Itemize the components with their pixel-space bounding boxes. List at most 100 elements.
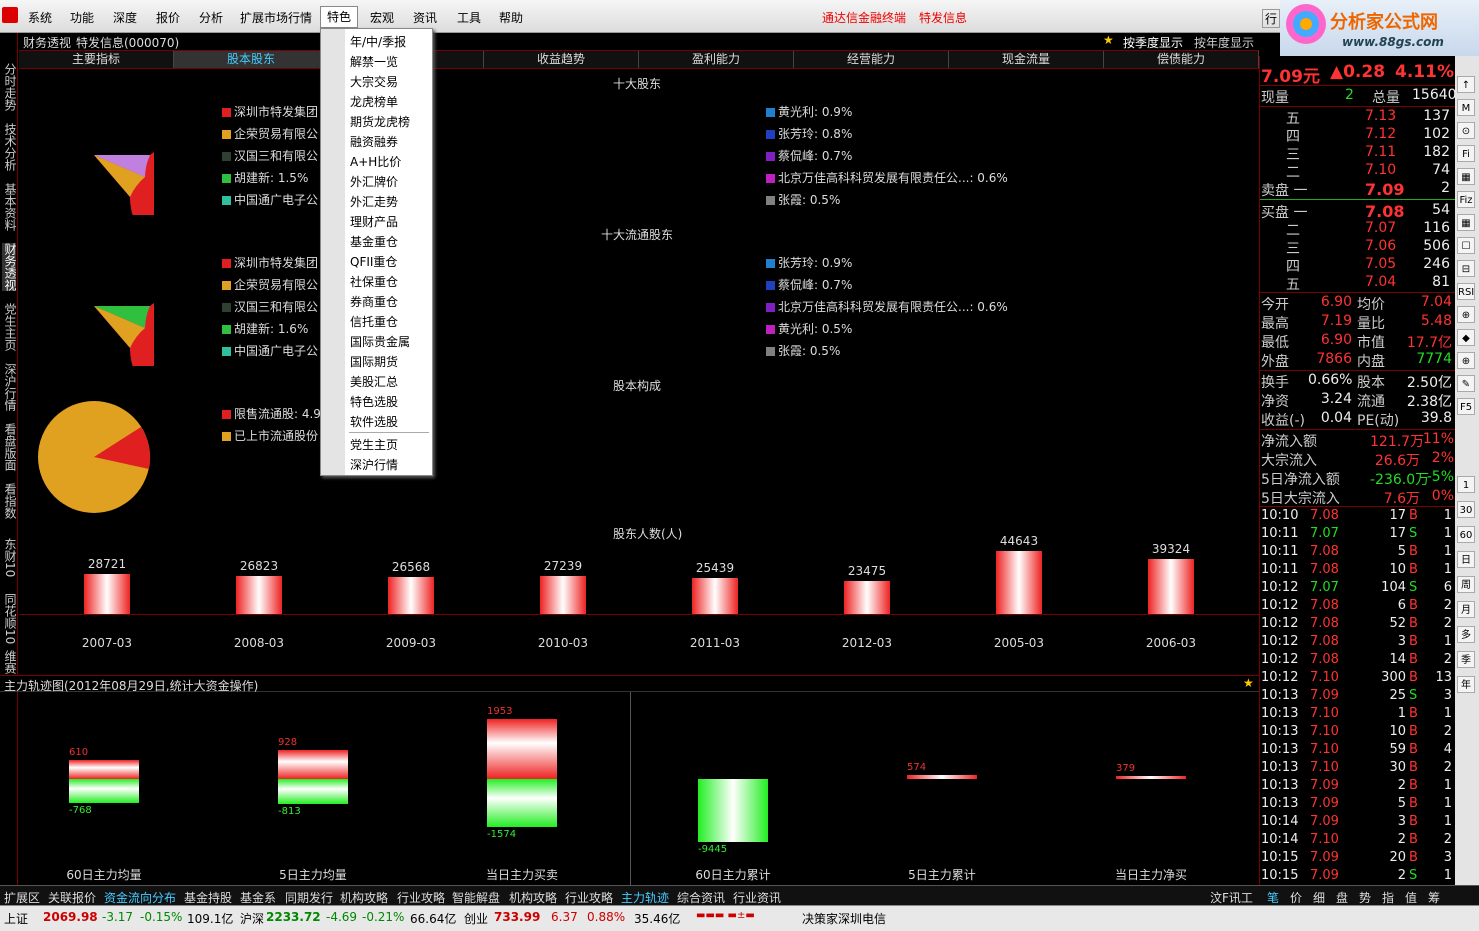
dropdown-item[interactable]: 基金重仓 (350, 233, 398, 250)
bottom-right-tab[interactable]: 筹 (1428, 889, 1440, 906)
bottom-tab[interactable]: 综合资讯 (677, 889, 725, 906)
right-tool-icon[interactable]: F5 (1457, 398, 1475, 415)
left-tab-market[interactable]: 深沪行情 (2, 363, 17, 411)
tab-operations[interactable]: 经营能力 (794, 51, 949, 68)
dropdown-item[interactable]: 理财产品 (350, 213, 398, 230)
right-tool-icon[interactable]: ⊟ (1457, 260, 1475, 277)
right-tool-icon[interactable]: 年 (1457, 676, 1475, 693)
bottom-tab[interactable]: 行业资讯 (733, 889, 781, 906)
terminal-link[interactable]: 通达信金融终端 (822, 9, 906, 26)
window-button[interactable]: 行 (1262, 9, 1281, 28)
right-tool-icon[interactable]: 季 (1457, 651, 1475, 668)
left-tab-intraday[interactable]: 分时走势 (2, 63, 17, 111)
menu-help[interactable]: 帮助 (499, 9, 523, 26)
bottom-tab[interactable]: 机构攻略 (509, 889, 557, 906)
stock-link[interactable]: 特发信息 (919, 9, 967, 26)
bottom-tab[interactable]: 机构攻略 (340, 889, 388, 906)
right-tool-icon[interactable]: 1 (1457, 476, 1475, 493)
bottom-right-tab[interactable]: 细 (1313, 889, 1325, 906)
dropdown-item[interactable]: 外汇走势 (350, 193, 398, 210)
right-tool-icon[interactable]: 60 (1457, 526, 1475, 543)
dropdown-item[interactable]: 券商重仓 (350, 293, 398, 310)
menu-feature[interactable]: 特色 (320, 6, 359, 28)
right-tool-icon[interactable]: Fi (1457, 145, 1475, 162)
menu-system[interactable]: 系统 (28, 9, 52, 26)
dropdown-item[interactable]: 软件选股 (350, 413, 398, 430)
bottom-tab[interactable]: 智能解盘 (452, 889, 500, 906)
bottom-right-tab[interactable]: 盘 (1336, 889, 1348, 906)
dropdown-item[interactable]: 龙虎榜单 (350, 93, 398, 110)
left-tab-fundamental[interactable]: 基本资料 (2, 183, 17, 231)
left-tab-homepage[interactable]: 党生主页 (2, 303, 17, 351)
left-tab-finance[interactable]: 财务透视 (2, 243, 17, 291)
right-tool-icon[interactable]: ✎ (1457, 375, 1475, 392)
bottom-tab[interactable]: 行业攻略 (397, 889, 445, 906)
menu-analysis[interactable]: 分析 (199, 9, 223, 26)
right-tool-icon[interactable]: ▦ (1457, 168, 1475, 185)
tab-profitability[interactable]: 盈利能力 (639, 51, 794, 68)
right-tool-icon[interactable]: 30 (1457, 501, 1475, 518)
right-tool-icon[interactable]: M (1457, 99, 1475, 116)
menu-quote[interactable]: 报价 (156, 9, 180, 26)
dropdown-item[interactable]: 外汇牌价 (350, 173, 398, 190)
dropdown-item[interactable]: 期货龙虎榜 (350, 113, 410, 130)
bottom-right-tab[interactable]: 汶F讯工 (1210, 889, 1253, 906)
dropdown-item[interactable]: 特色选股 (350, 393, 398, 410)
bottom-right-tab[interactable]: 值 (1405, 889, 1417, 906)
bottom-tab[interactable]: 关联报价 (48, 889, 96, 906)
menu-tools[interactable]: 工具 (457, 9, 481, 26)
tab-solvency[interactable]: 偿债能力 (1104, 51, 1259, 68)
right-tool-icon[interactable]: RSI (1457, 283, 1475, 300)
bottom-tab[interactable]: 主力轨迹 (621, 889, 669, 906)
dropdown-item[interactable]: 国际贵金属 (350, 333, 410, 350)
tab-cashflow[interactable]: 现金流量 (949, 51, 1104, 68)
dropdown-item[interactable]: A+H比价 (350, 153, 401, 170)
dropdown-item[interactable]: 年/中/季报 (350, 33, 406, 50)
bottom-tab[interactable]: 扩展区 (4, 889, 40, 906)
dropdown-item[interactable]: 国际期货 (350, 353, 398, 370)
menu-function[interactable]: 功能 (70, 9, 94, 26)
tab-key-indicators[interactable]: 主要指标 (19, 51, 174, 68)
quarterly-button[interactable]: 按季度显示 (1123, 34, 1183, 51)
right-tool-icon[interactable]: ⊕ (1457, 352, 1475, 369)
left-tab-eastmoney[interactable]: 东财10 (2, 538, 17, 577)
right-tool-icon[interactable]: ⊙ (1457, 122, 1475, 139)
dropdown-item[interactable]: 解禁一览 (350, 53, 398, 70)
bottom-right-tab[interactable]: 势 (1359, 889, 1371, 906)
left-tab-technical[interactable]: 技术分析 (2, 123, 17, 171)
dropdown-item[interactable]: 融资融券 (350, 133, 398, 150)
dropdown-item[interactable]: 美股汇总 (350, 373, 398, 390)
bottom-right-tab[interactable]: 笔 (1267, 889, 1279, 906)
right-tool-icon[interactable]: ◆ (1457, 329, 1475, 346)
left-tab-weisai[interactable]: 维赛 (2, 650, 17, 674)
bottom-right-tab[interactable]: 指 (1382, 889, 1394, 906)
right-tool-icon[interactable]: ⊕ (1457, 306, 1475, 323)
dropdown-item[interactable]: QFII重仓 (350, 253, 397, 270)
dropdown-item[interactable]: 深沪行情 (350, 456, 398, 473)
menu-depth[interactable]: 深度 (113, 9, 137, 26)
right-tool-icon[interactable]: 日 (1457, 551, 1475, 568)
right-tool-icon[interactable]: Fiz (1457, 191, 1475, 208)
bottom-tab[interactable]: 资金流向分布 (104, 889, 176, 906)
menu-macro[interactable]: 宏观 (370, 9, 394, 26)
yearly-button[interactable]: 按年度显示 (1194, 34, 1254, 51)
bottom-tab[interactable]: 基金持股 (184, 889, 232, 906)
bottom-tab[interactable]: 同期发行 (285, 889, 333, 906)
dropdown-item[interactable]: 社保重仓 (350, 273, 398, 290)
left-tab-index[interactable]: 看指数 (2, 483, 17, 519)
tab-shareholders[interactable]: 股本股东 (174, 51, 329, 68)
star-icon[interactable]: ★ (1243, 676, 1254, 690)
right-tool-icon[interactable]: 周 (1457, 576, 1475, 593)
right-tool-icon[interactable]: ▦ (1457, 214, 1475, 231)
dropdown-item[interactable]: 党生主页 (350, 436, 398, 453)
menu-extended-market[interactable]: 扩展市场行情 (240, 9, 312, 26)
dropdown-item[interactable]: 大宗交易 (350, 73, 398, 90)
star-icon[interactable]: ★ (1103, 33, 1114, 47)
bottom-tab[interactable]: 基金系 (240, 889, 276, 906)
right-tool-icon[interactable]: 月 (1457, 601, 1475, 618)
dropdown-item[interactable]: 信托重仓 (350, 313, 398, 330)
right-tool-icon[interactable]: ↑ (1457, 76, 1475, 93)
bottom-right-tab[interactable]: 价 (1290, 889, 1302, 906)
right-tool-icon[interactable]: ☐ (1457, 237, 1475, 254)
right-tool-icon[interactable]: 多 (1457, 626, 1475, 643)
